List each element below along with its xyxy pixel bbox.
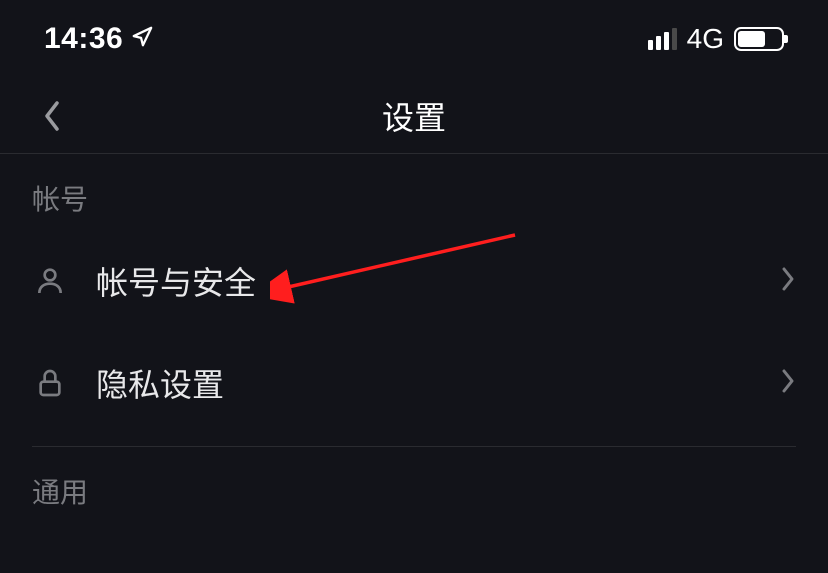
list-item-label: 隐私设置 bbox=[96, 360, 780, 406]
section-header-account: 帐号 bbox=[0, 154, 828, 230]
nav-header: 设置 bbox=[0, 78, 828, 154]
chevron-right-icon bbox=[780, 367, 796, 400]
status-time: 14:36 bbox=[44, 22, 123, 56]
list-item-label: 帐号与安全 bbox=[96, 258, 780, 304]
list-item-privacy[interactable]: 隐私设置 bbox=[0, 332, 828, 434]
location-icon bbox=[131, 22, 153, 56]
status-right: 4G bbox=[648, 23, 784, 55]
status-bar: 14:36 4G bbox=[0, 0, 828, 78]
status-left: 14:36 bbox=[44, 22, 153, 56]
chevron-right-icon bbox=[780, 265, 796, 298]
back-button[interactable] bbox=[32, 96, 72, 136]
network-label: 4G bbox=[687, 23, 724, 55]
battery-icon bbox=[734, 27, 784, 51]
lock-icon bbox=[32, 365, 68, 401]
page-title: 设置 bbox=[382, 93, 446, 139]
person-icon bbox=[32, 263, 68, 299]
section-header-general: 通用 bbox=[0, 447, 828, 523]
signal-icon bbox=[648, 28, 677, 50]
list-item-account-security[interactable]: 帐号与安全 bbox=[0, 230, 828, 332]
chevron-left-icon bbox=[42, 99, 62, 133]
